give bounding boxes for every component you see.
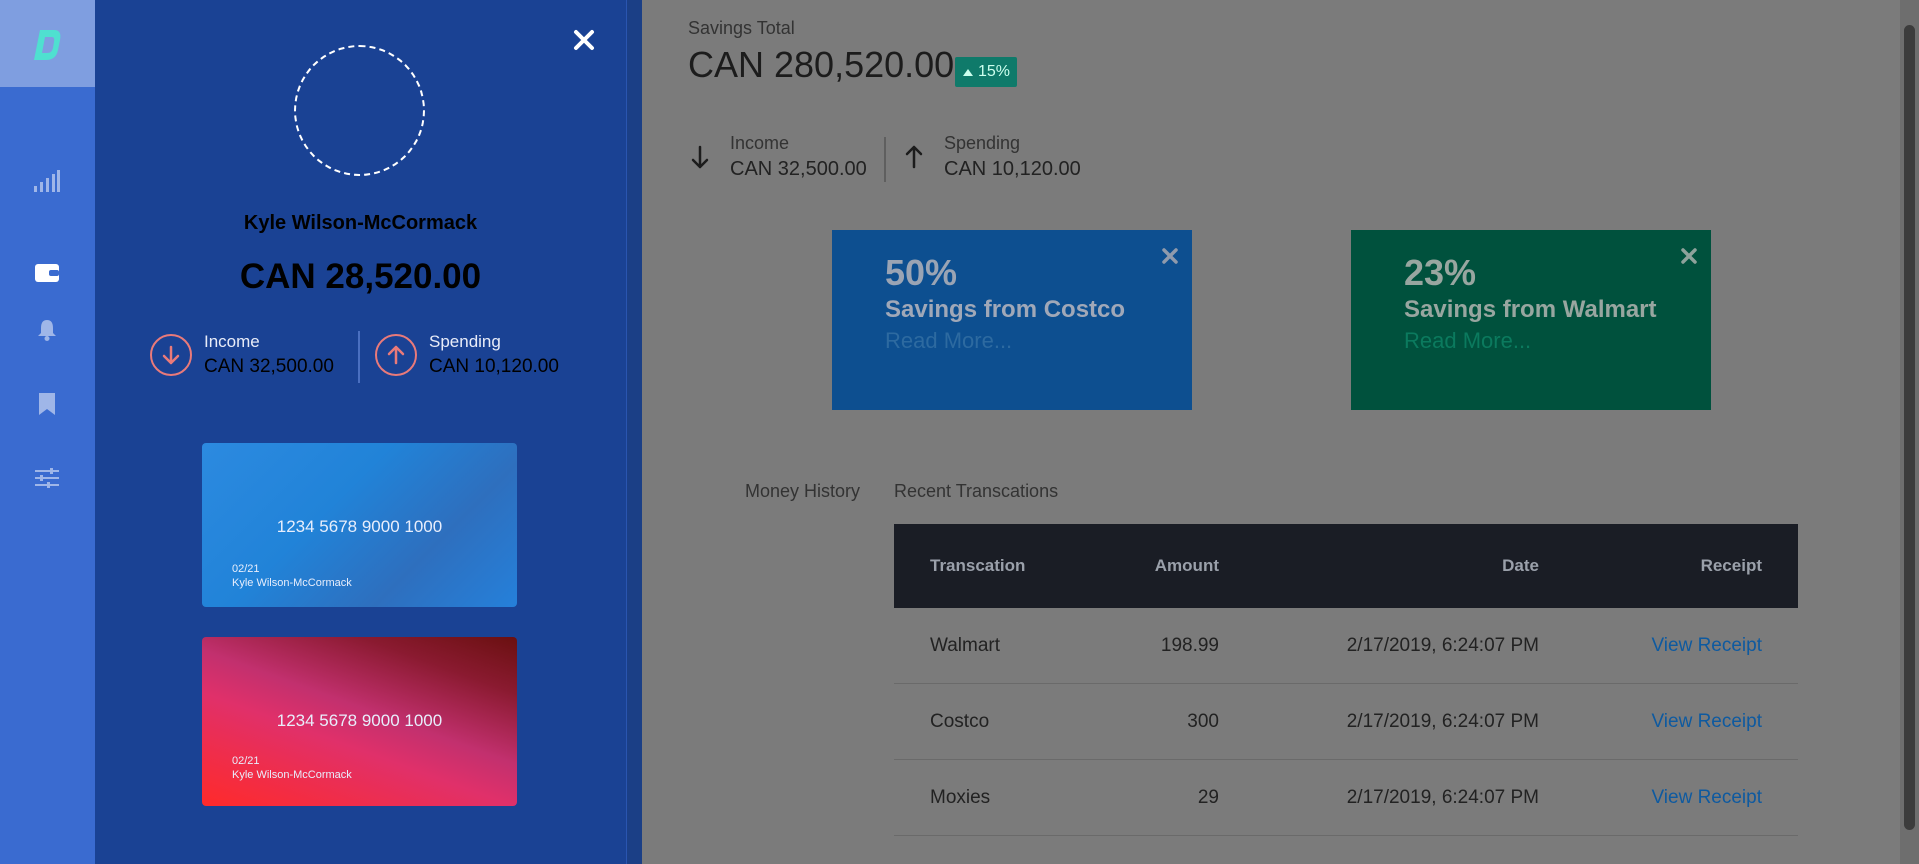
main-flow-divider — [884, 137, 886, 182]
transaction-name: Costco — [930, 710, 990, 732]
drawer-edge — [626, 0, 642, 864]
drawer-spending-label: Spending — [429, 332, 501, 351]
transactions-table: Transcation Amount Date Receipt Walmart … — [894, 524, 1798, 836]
bell-icon[interactable] — [32, 315, 62, 345]
scrollbar-thumb[interactable] — [1904, 25, 1915, 830]
logo-icon — [33, 29, 60, 60]
promo-close-button[interactable] — [1160, 246, 1180, 266]
transaction-date: 2/17/2019, 6:24:07 PM — [1346, 634, 1539, 656]
app-logo[interactable] — [0, 0, 95, 87]
promo-card-costco[interactable]: 50% Savings from Costco Read More... — [832, 230, 1192, 410]
arrow-down-icon — [688, 145, 712, 169]
promo-percent: 50% — [885, 252, 958, 293]
table-row: Walmart 198.99 2/17/2019, 6:24:07 PM Vie… — [894, 608, 1798, 684]
drawer-income-value: CAN 32,500.00 — [204, 356, 334, 377]
view-receipt-link[interactable]: View Receipt — [1651, 635, 1762, 656]
drawer-flow-divider — [358, 331, 360, 383]
wallet-icon[interactable] — [32, 257, 62, 287]
tab-recent-transactions[interactable]: Recent Transcations — [894, 481, 1058, 502]
main-spending: Spending CAN 10,120.00 — [902, 133, 1081, 181]
tab-money-history[interactable]: Money History — [745, 481, 860, 502]
card-holder: Kyle Wilson-McCormack — [232, 577, 352, 589]
promo-read-more-link[interactable]: Read More... — [1404, 328, 1531, 354]
main-spending-value: CAN 10,120.00 — [944, 158, 1081, 180]
sidebar-rail — [0, 0, 95, 864]
main-income: Income CAN 32,500.00 — [688, 133, 867, 181]
caret-up-icon — [963, 69, 973, 76]
promo-card-walmart[interactable]: 23% Savings from Walmart Read More... — [1351, 230, 1711, 410]
table-row: Costco 300 2/17/2019, 6:24:07 PM View Re… — [894, 684, 1798, 760]
transaction-amount: 300 — [1187, 710, 1219, 732]
transaction-date: 2/17/2019, 6:24:07 PM — [1346, 710, 1539, 732]
bookmark-icon[interactable] — [32, 389, 62, 419]
drawer-income: Income CAN 32,500.00 — [150, 332, 334, 378]
promo-title: Savings from Walmart — [1404, 296, 1657, 323]
view-receipt-link[interactable]: View Receipt — [1651, 787, 1762, 808]
header-date: Date — [1502, 556, 1539, 575]
close-icon — [574, 30, 594, 50]
arrow-up-icon — [902, 145, 926, 169]
card-holder: Kyle Wilson-McCormack — [232, 769, 352, 781]
drawer-income-label: Income — [204, 332, 260, 351]
settings-sliders-icon[interactable] — [32, 463, 62, 493]
transaction-amount: 29 — [1197, 786, 1219, 808]
change-badge: 15% — [955, 57, 1018, 87]
promo-read-more-link[interactable]: Read More... — [885, 328, 1012, 354]
savings-title: Savings Total — [688, 18, 795, 38]
drawer-close-button[interactable] — [572, 28, 596, 52]
transaction-name: Walmart — [930, 634, 1001, 656]
close-icon — [1681, 248, 1697, 264]
credit-card-red[interactable]: 1234 5678 9000 1000 02/21 Kyle Wilson-Mc… — [202, 637, 517, 806]
change-value: 15% — [978, 63, 1011, 80]
drawer-spending: Spending CAN 10,120.00 — [375, 332, 559, 378]
main-income-value: CAN 32,500.00 — [730, 158, 867, 180]
transaction-amount: 198.99 — [1160, 634, 1219, 656]
close-icon — [1162, 248, 1178, 264]
promo-percent: 23% — [1404, 252, 1477, 293]
stats-icon[interactable] — [32, 166, 62, 196]
arrow-up-icon — [375, 334, 417, 376]
user-balance: CAN 28,520.00 — [239, 257, 482, 296]
card-number: 1234 5678 9000 1000 — [276, 711, 443, 730]
card-expiry: 02/21 — [232, 563, 260, 575]
card-number: 1234 5678 9000 1000 — [276, 517, 443, 536]
transaction-date: 2/17/2019, 6:24:07 PM — [1346, 786, 1539, 808]
savings-total: CAN 280,520.00 — [688, 44, 955, 85]
main-spending-label: Spending — [944, 133, 1021, 153]
table-header: Transcation Amount Date Receipt — [894, 524, 1798, 608]
card-expiry: 02/21 — [232, 755, 260, 767]
scrollbar[interactable] — [1900, 0, 1919, 864]
arrow-down-icon — [150, 334, 192, 376]
transaction-name: Moxies — [930, 786, 991, 808]
user-name: Kyle Wilson-McCormack — [243, 212, 478, 234]
promo-close-button[interactable] — [1679, 246, 1699, 266]
header-receipt: Receipt — [1700, 556, 1762, 575]
main-income-label: Income — [730, 133, 790, 153]
credit-card-blue[interactable]: 1234 5678 9000 1000 02/21 Kyle Wilson-Mc… — [202, 443, 517, 607]
header-amount: Amount — [1154, 556, 1219, 575]
avatar[interactable] — [294, 45, 425, 176]
table-row: Moxies 29 2/17/2019, 6:24:07 PM View Rec… — [894, 760, 1798, 836]
view-receipt-link[interactable]: View Receipt — [1651, 711, 1762, 732]
header-transaction: Transcation — [930, 556, 1026, 575]
promo-title: Savings from Costco — [885, 296, 1126, 323]
drawer-spending-value: CAN 10,120.00 — [429, 356, 559, 377]
